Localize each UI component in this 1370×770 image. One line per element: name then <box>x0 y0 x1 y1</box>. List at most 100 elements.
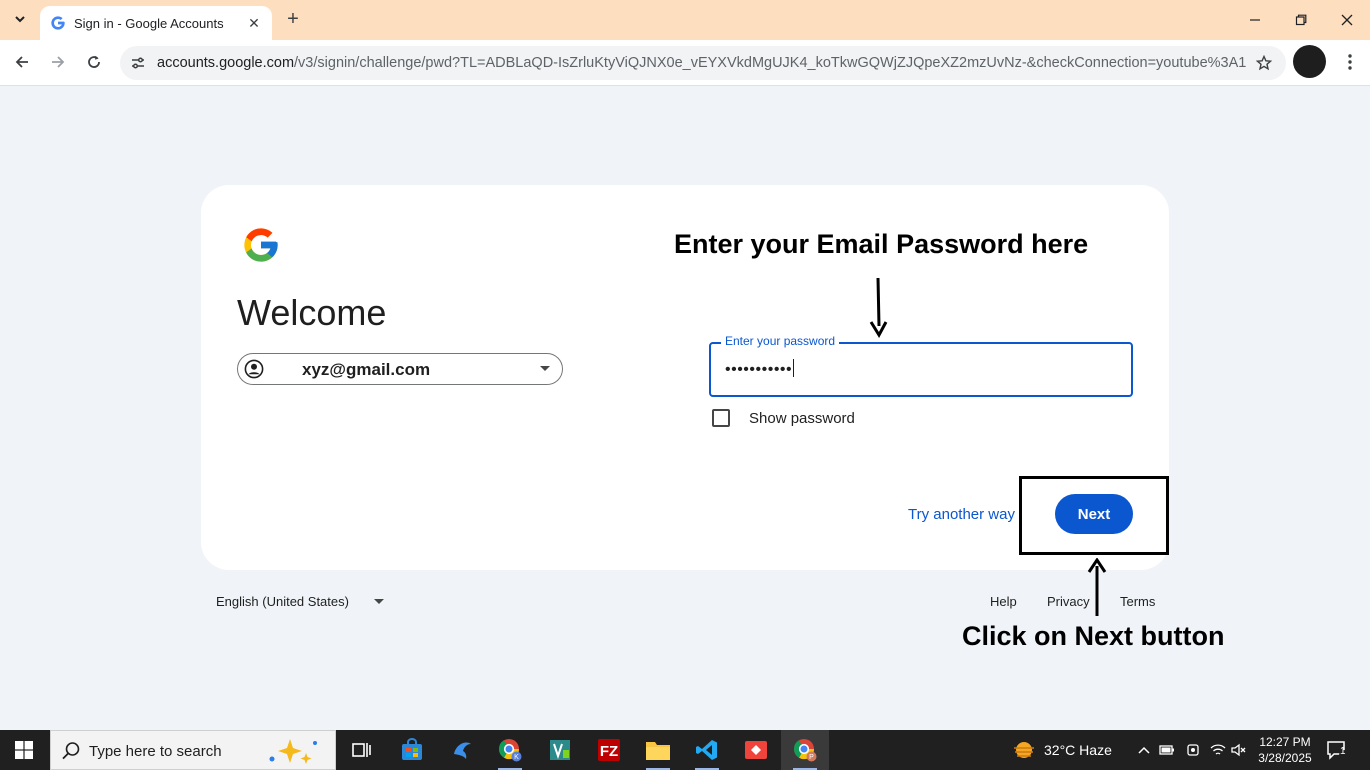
windows-logo-icon <box>15 741 33 759</box>
caret-down-icon <box>374 599 384 604</box>
anydesk-icon <box>745 741 767 759</box>
tab-bar: Sign in - Google Accounts ✕ + <box>0 0 1370 40</box>
weather-text: 32°C Haze <box>1044 742 1112 758</box>
help-link[interactable]: Help <box>990 594 1017 609</box>
taskbar-dolphin-app[interactable] <box>438 730 486 770</box>
volume-muted-icon[interactable] <box>1231 742 1247 758</box>
taskbar-anydesk[interactable] <box>732 730 780 770</box>
taskbar-search-box[interactable]: Type here to search <box>50 730 336 770</box>
clock-date: 3/28/2025 <box>1258 751 1312 765</box>
google-favicon-icon <box>51 16 65 30</box>
browser-toolbar: accounts.google.com/v3/signin/challenge/… <box>0 40 1370 86</box>
task-view-icon <box>352 743 371 757</box>
weather-widget[interactable]: 32°C Haze <box>1012 740 1112 760</box>
caret-down-icon <box>540 366 550 371</box>
tab-close-icon[interactable]: ✕ <box>246 15 262 31</box>
password-label: Enter your password <box>721 334 840 348</box>
windows-taskbar: Type here to search K FZ P 32°C Haze 12:… <box>0 730 1370 770</box>
arrow-down-icon <box>869 277 888 338</box>
vscode-icon <box>696 740 717 760</box>
show-password-checkbox[interactable] <box>712 409 730 427</box>
svg-text:FZ: FZ <box>600 743 618 760</box>
restore-button[interactable] <box>1278 0 1324 40</box>
store-icon <box>402 738 422 760</box>
arrow-left-icon <box>15 56 28 68</box>
tab-title: Sign in - Google Accounts <box>74 15 224 31</box>
try-another-way-link[interactable]: Try another way <box>908 506 1015 523</box>
folder-icon <box>646 742 670 760</box>
taskbar-store-app[interactable] <box>388 730 436 770</box>
svg-text:K: K <box>514 754 519 761</box>
dolphin-app-icon <box>454 742 471 759</box>
tab-google-accounts[interactable]: Sign in - Google Accounts ✕ <box>40 6 272 40</box>
notification-center-button[interactable]: 1 <box>1326 740 1350 762</box>
terms-link[interactable]: Terms <box>1120 594 1155 609</box>
chevron-down-icon <box>15 16 25 23</box>
minimize-icon <box>1250 19 1260 21</box>
visual-studio-app-icon <box>550 740 570 760</box>
system-clock[interactable]: 12:27 PM 3/28/2025 <box>1252 734 1318 766</box>
taskbar-filezilla-app[interactable]: FZ <box>585 730 633 770</box>
language-selector[interactable]: English (United States) <box>216 594 349 609</box>
taskbar-chrome-profile-k[interactable]: K <box>486 730 534 770</box>
arrow-up-icon <box>1087 558 1107 616</box>
annotation-password-hint: Enter your Email Password here <box>674 229 1089 259</box>
minimize-button[interactable] <box>1232 0 1278 40</box>
more-vert-icon <box>1348 54 1352 70</box>
taskbar-vs-app[interactable] <box>536 730 584 770</box>
address-bar[interactable]: accounts.google.com/v3/signin/challenge/… <box>120 46 1286 80</box>
back-button[interactable] <box>8 48 36 76</box>
chrome-icon: P <box>793 739 817 762</box>
search-placeholder: Type here to search <box>89 743 222 760</box>
annotation-next-hint: Click on Next button <box>962 621 1225 651</box>
filezilla-icon: FZ <box>598 739 620 761</box>
account-circle-icon <box>244 359 264 379</box>
url-text: accounts.google.com/v3/signin/challenge/… <box>157 55 1247 71</box>
restore-icon <box>1295 14 1307 26</box>
show-password-toggle[interactable]: Show password <box>712 409 855 427</box>
welcome-heading: Welcome <box>237 292 387 333</box>
text-cursor <box>793 359 795 377</box>
svg-text:P: P <box>809 754 814 761</box>
privacy-link[interactable]: Privacy <box>1047 594 1090 609</box>
tab-search-button[interactable] <box>8 7 32 31</box>
profile-avatar[interactable] <box>1293 45 1326 78</box>
chrome-icon: K <box>498 739 522 762</box>
password-input[interactable]: Enter your password ••••••••••• <box>709 334 1133 397</box>
browser-menu-button[interactable] <box>1338 50 1362 74</box>
show-hidden-icons-button[interactable] <box>1136 742 1152 758</box>
url-host: accounts.google.com <box>157 55 295 71</box>
site-settings-icon[interactable] <box>128 53 148 73</box>
next-button-highlight <box>1019 476 1169 555</box>
start-button[interactable] <box>0 730 48 770</box>
close-icon <box>1341 14 1353 26</box>
arrow-right-icon <box>52 56 65 68</box>
meet-now-icon[interactable] <box>1185 742 1201 758</box>
reload-icon <box>88 55 100 68</box>
taskbar-chrome-profile-p[interactable]: P <box>781 730 829 770</box>
close-window-button[interactable] <box>1324 0 1370 40</box>
forward-button[interactable] <box>44 48 72 76</box>
clock-time: 12:27 PM <box>1259 735 1311 749</box>
chevron-up-icon <box>1138 746 1150 754</box>
account-chooser[interactable]: xyz@gmail.com <box>237 353 563 385</box>
network-icon[interactable] <box>1210 742 1226 758</box>
notification-icon <box>1327 741 1349 760</box>
copilot-sparkle-icon <box>269 739 317 764</box>
bookmark-star-icon[interactable] <box>1254 53 1274 73</box>
reload-button[interactable] <box>80 48 108 76</box>
url-path: /v3/signin/challenge/pwd?TL=ADBLaQD-IsZr… <box>294 55 1247 71</box>
password-value: ••••••••••• <box>725 359 795 379</box>
show-password-label: Show password <box>749 409 855 427</box>
haze-sun-icon <box>1014 742 1034 758</box>
google-logo-icon <box>244 228 278 262</box>
task-view-button[interactable] <box>338 730 386 770</box>
battery-icon[interactable] <box>1159 742 1175 758</box>
new-tab-button[interactable]: + <box>282 8 304 30</box>
taskbar-vscode[interactable] <box>683 730 731 770</box>
account-email: xyz@gmail.com <box>302 360 431 379</box>
taskbar-file-explorer[interactable] <box>634 730 682 770</box>
notification-count: 1 <box>1340 746 1346 757</box>
search-icon <box>62 742 80 760</box>
password-dots: ••••••••••• <box>725 361 793 378</box>
